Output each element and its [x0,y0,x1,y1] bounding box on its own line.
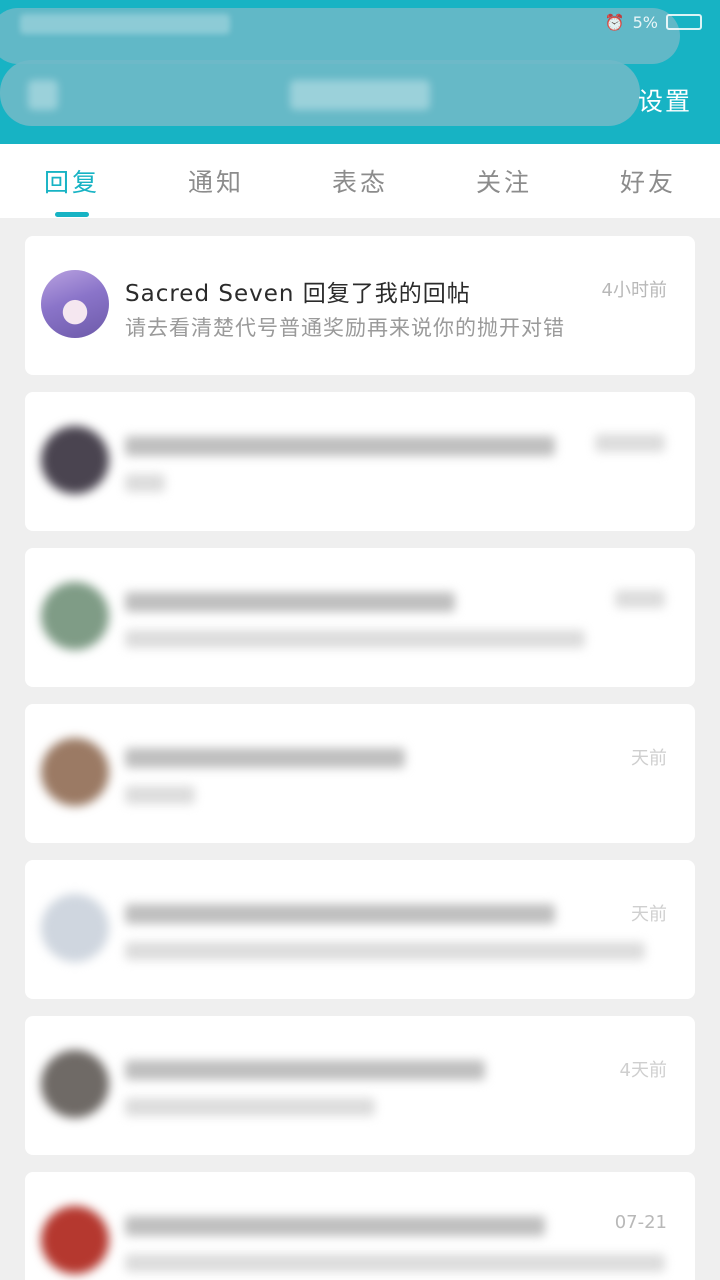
message-title: Sacred Seven 回复了我的回帖 [125,281,471,307]
message-time: 天前 [631,904,667,925]
avatar[interactable] [41,738,109,806]
active-tab-indicator [55,212,89,217]
message-title-blurred [125,1216,545,1236]
tab-bar: 回复 通知 表态 关注 好友 [0,144,720,218]
message-title-blurred [125,1060,485,1080]
alarm-icon: ⏰ [604,12,625,32]
message-time: 4小时前 [601,280,667,301]
message-time: 4天前 [619,1060,667,1081]
tab-follow[interactable]: 关注 [432,144,576,218]
message-preview-blurred [125,1254,665,1272]
message-card[interactable] [25,548,695,687]
message-card[interactable]: 天前 [25,860,695,999]
message-card[interactable]: 07-21 [25,1172,695,1280]
top-header: ⏰ 5% 设置 [0,0,720,144]
avatar-blurred [28,80,58,110]
tab-reaction[interactable]: 表态 [288,144,432,218]
avatar[interactable] [41,1206,109,1274]
status-bar-icons: ⏰ 5% [605,10,702,34]
battery-percent: 5% [632,12,658,32]
message-time: 天前 [631,748,667,769]
avatar[interactable] [41,894,109,962]
message-card[interactable]: 天前 [25,704,695,843]
message-title-blurred [125,436,555,456]
message-preview-blurred [125,942,645,960]
message-title-blurred [125,592,455,612]
message-preview-blurred [125,1098,375,1116]
message-preview-blurred [125,630,585,648]
message-title-blurred [125,904,555,924]
message-time-blurred [615,590,665,608]
settings-button[interactable]: 设置 [638,82,692,118]
message-preview-blurred [125,786,195,804]
status-bar-left-blurred [20,14,230,34]
battery-icon [666,14,702,30]
message-title-blurred [125,748,405,768]
tab-reply[interactable]: 回复 [0,144,144,218]
message-preview-blurred [125,474,165,492]
message-time: 07-21 [614,1212,667,1233]
tab-notification[interactable]: 通知 [144,144,288,218]
username-blurred [290,80,430,110]
tab-friends[interactable]: 好友 [576,144,720,218]
message-time-blurred [595,434,665,452]
message-card[interactable]: 4天前 [25,1016,695,1155]
avatar[interactable] [41,270,109,338]
message-preview: 请去看清楚代号普通奖励再来说你的抛开对错 [125,316,565,340]
avatar[interactable] [41,1050,109,1118]
message-card[interactable] [25,392,695,531]
avatar[interactable] [41,426,109,494]
avatar[interactable] [41,582,109,650]
message-card[interactable]: Sacred Seven 回复了我的回帖 请去看清楚代号普通奖励再来说你的抛开对… [25,236,695,375]
